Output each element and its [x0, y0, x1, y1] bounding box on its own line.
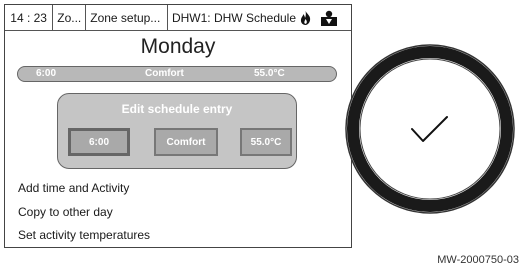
time-field[interactable]: 6:00: [68, 128, 130, 156]
temperature-field[interactable]: 55.0°C: [240, 128, 292, 156]
status-icons: [300, 10, 351, 26]
breadcrumb-item-zones[interactable]: Zo...: [53, 5, 87, 30]
flame-icon: [300, 10, 311, 25]
menu-item-set-temperatures[interactable]: Set activity temperatures: [18, 228, 150, 242]
edit-schedule-entry-panel: Edit schedule entry 6:00 Comfort 55.0°C: [57, 93, 297, 169]
rotary-knob[interactable]: [341, 40, 519, 218]
display-screen: 14 : 23 Zo... Zone setup... DHW1: DHW Sc…: [4, 4, 352, 248]
breadcrumb-item-dhw-schedule[interactable]: DHW1: DHW Schedule: [168, 5, 300, 30]
user-icon: [321, 10, 337, 26]
schedule-entry-row[interactable]: 6:00 Comfort 55.0°C: [17, 66, 337, 82]
entry-activity: Comfort: [145, 68, 184, 79]
breadcrumb-item-zone-setup[interactable]: Zone setup...: [86, 5, 168, 30]
entry-temperature: 55.0°C: [254, 68, 285, 79]
edit-panel-title: Edit schedule entry: [121, 102, 233, 116]
clock-time: 14 : 23: [5, 5, 54, 30]
status-bar: 14 : 23 Zo... Zone setup... DHW1: DHW Sc…: [5, 5, 351, 31]
menu-item-add-time[interactable]: Add time and Activity: [18, 181, 129, 195]
entry-time: 6:00: [36, 68, 57, 79]
day-title: Monday: [140, 35, 216, 58]
activity-field[interactable]: Comfort: [154, 128, 218, 156]
menu-item-copy-day[interactable]: Copy to other day: [18, 205, 113, 219]
figure-caption: MW-2000750-03: [437, 254, 519, 266]
